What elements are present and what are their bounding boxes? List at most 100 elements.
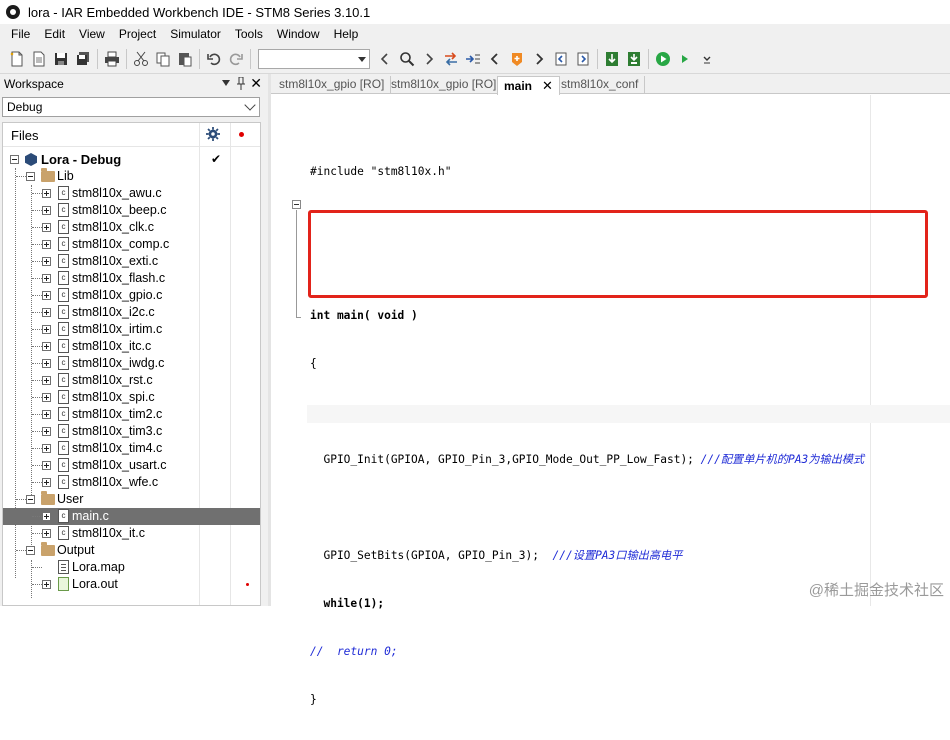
tab-stm8l10x-gpio-ro-2[interactable]: stm8l10x_gpio [RO] [385,76,503,94]
pin-icon[interactable] [236,77,246,90]
nav-forward-icon[interactable] [573,49,593,69]
file-item[interactable]: cstm8l10x_tim4.c [3,440,260,457]
expand-icon[interactable] [42,223,51,232]
file-item[interactable]: cstm8l10x_usart.c [3,457,260,474]
expand-icon[interactable] [42,274,51,283]
close-icon[interactable]: ✕ [542,78,553,93]
expand-icon[interactable] [42,359,51,368]
tree-line [32,295,42,296]
tab-main[interactable]: main✕ [497,76,560,95]
menu-tools[interactable]: Tools [228,24,270,45]
collapse-icon[interactable] [10,155,19,164]
tree-header: Files [3,123,260,147]
file-item[interactable]: cstm8l10x_spi.c [3,389,260,406]
toolbar-overflow-icon[interactable] [697,49,717,69]
dropdown-arrow-icon[interactable] [222,80,230,86]
menu-edit[interactable]: Edit [37,24,72,45]
file-item[interactable]: cstm8l10x_it.c [3,525,260,542]
expand-icon[interactable] [42,512,51,521]
tab-stm8l10x-gpio-ro-1[interactable]: stm8l10x_gpio [RO] [273,76,391,94]
expand-icon[interactable] [42,444,51,453]
group-lib[interactable]: Lib [3,168,260,185]
tab-stm8l10x-conf[interactable]: stm8l10x_conf [555,76,645,94]
fold-collapse-icon[interactable] [292,200,301,209]
close-icon[interactable]: ✕ [250,76,262,90]
menu-view[interactable]: View [72,24,112,45]
code-editor[interactable]: #include "stm8l10x.h" int main( void ) {… [271,95,950,606]
paste-icon[interactable] [175,49,195,69]
file-item[interactable]: cstm8l10x_tim2.c [3,406,260,423]
open-file-icon[interactable] [29,49,49,69]
menu-file[interactable]: File [4,24,37,45]
group-user[interactable]: User [3,491,260,508]
find-combo[interactable] [258,49,370,69]
save-icon[interactable] [51,49,71,69]
file-item[interactable]: cstm8l10x_rst.c [3,372,260,389]
gear-icon[interactable] [206,127,220,141]
file-item[interactable]: cstm8l10x_flash.c [3,270,260,287]
copy-icon[interactable] [153,49,173,69]
configuration-select[interactable]: Debug [2,97,260,117]
chevron-left-icon[interactable] [375,49,395,69]
undo-icon[interactable] [204,49,224,69]
expand-icon[interactable] [42,325,51,334]
chevron-right-icon[interactable] [419,49,439,69]
redo-icon[interactable] [226,49,246,69]
bookmark-icon[interactable] [507,49,527,69]
expand-icon[interactable] [42,529,51,538]
project-root[interactable]: Lora - Debug✔ [3,151,260,168]
expand-icon[interactable] [42,308,51,317]
download-icon[interactable] [602,49,622,69]
group-output[interactable]: Output [3,542,260,559]
file-item[interactable]: Lora.map [3,559,260,576]
file-item[interactable]: cstm8l10x_itc.c [3,338,260,355]
file-item[interactable]: cstm8l10x_awu.c [3,185,260,202]
file-item[interactable]: cstm8l10x_wfe.c [3,474,260,491]
download-debug-icon[interactable] [624,49,644,69]
expand-icon[interactable] [42,461,51,470]
play-icon[interactable] [675,49,695,69]
expand-icon[interactable] [42,580,51,589]
menu-help[interactable]: Help [327,24,366,45]
expand-icon[interactable] [42,410,51,419]
file-item[interactable]: cstm8l10x_iwdg.c [3,355,260,372]
save-all-icon[interactable] [73,49,93,69]
file-item[interactable]: cstm8l10x_irtim.c [3,321,260,338]
expand-icon[interactable] [42,206,51,215]
print-icon[interactable] [102,49,122,69]
file-item[interactable]: cstm8l10x_gpio.c [3,287,260,304]
menu-project[interactable]: Project [112,24,163,45]
nav-back-icon[interactable] [551,49,571,69]
file-item[interactable]: Lora.out [3,576,260,593]
expand-icon[interactable] [42,376,51,385]
collapse-icon[interactable] [26,546,35,555]
expand-icon[interactable] [42,240,51,249]
goto-line-icon[interactable] [463,49,483,69]
file-item[interactable]: cstm8l10x_tim3.c [3,423,260,440]
collapse-icon[interactable] [26,172,35,181]
file-item[interactable]: cmain.c [3,508,260,525]
chevron-left-icon[interactable] [485,49,505,69]
menu-simulator[interactable]: Simulator [163,24,228,45]
expand-icon[interactable] [42,291,51,300]
file-item[interactable]: cstm8l10x_exti.c [3,253,260,270]
expand-icon[interactable] [42,427,51,436]
file-item[interactable]: cstm8l10x_beep.c [3,202,260,219]
replace-icon[interactable] [441,49,461,69]
debug-run-icon[interactable] [653,49,673,69]
toolbar-separator [648,49,649,69]
search-icon[interactable] [397,49,417,69]
chevron-right-icon[interactable] [529,49,549,69]
new-file-icon[interactable] [7,49,27,69]
expand-icon[interactable] [42,342,51,351]
file-item[interactable]: cstm8l10x_clk.c [3,219,260,236]
file-item[interactable]: cstm8l10x_comp.c [3,236,260,253]
expand-icon[interactable] [42,257,51,266]
collapse-icon[interactable] [26,495,35,504]
expand-icon[interactable] [42,189,51,198]
file-item[interactable]: cstm8l10x_i2c.c [3,304,260,321]
expand-icon[interactable] [42,393,51,402]
cut-icon[interactable] [131,49,151,69]
menu-window[interactable]: Window [270,24,327,45]
expand-icon[interactable] [42,478,51,487]
